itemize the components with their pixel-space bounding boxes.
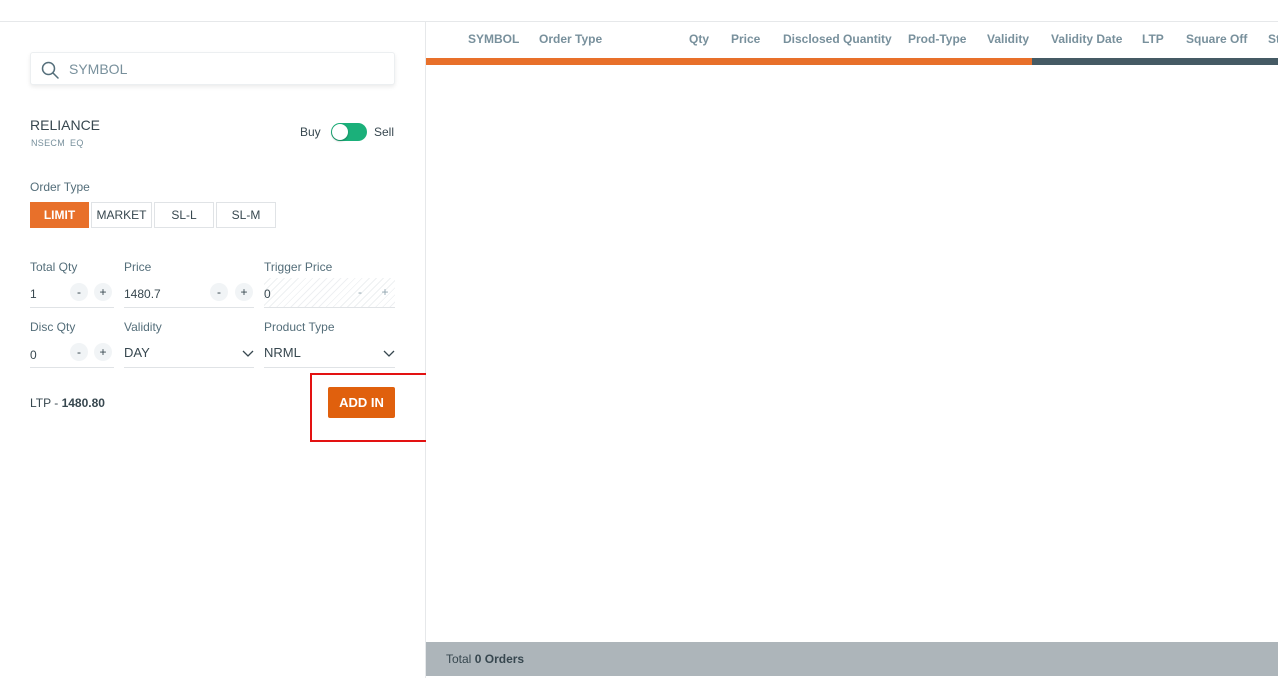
price-field[interactable]: 1480.7 - + (124, 278, 254, 308)
table-header: SYMBOL Order Type Qty Price Disclosed Qu… (426, 22, 1278, 58)
symbol-search[interactable] (30, 52, 395, 85)
instrument-name: RELIANCE (30, 117, 101, 133)
validity-value: DAY (124, 345, 150, 360)
total-qty-label: Total Qty (30, 260, 78, 274)
header-dark-bar (1032, 58, 1278, 65)
disc-qty-decrement-button[interactable]: - (70, 343, 88, 361)
toggle-knob (332, 124, 348, 140)
order-type-sl-l[interactable]: SL-L (154, 202, 214, 228)
price-decrement-button[interactable]: - (210, 283, 228, 301)
ltp-value: 1480.80 (61, 396, 105, 410)
exchange-label: NSECM (31, 138, 66, 148)
column-header-square-off[interactable]: Square Off (1186, 32, 1247, 46)
total-qty-value: 1 (30, 287, 37, 301)
orders-footer: Total 0 Orders (426, 642, 1278, 676)
buy-sell-toggle[interactable] (331, 123, 367, 141)
total-label: Total (446, 652, 472, 666)
trigger-price-increment-button: + (381, 285, 389, 299)
column-header-status[interactable]: St (1268, 32, 1278, 46)
search-icon (41, 61, 59, 79)
header-accent-bar (426, 58, 1032, 65)
column-header-price[interactable]: Price (731, 32, 760, 46)
total-qty-decrement-button[interactable]: - (70, 283, 88, 301)
order-type-sl-m[interactable]: SL-M (216, 202, 276, 228)
trigger-price-value: 0 (264, 287, 271, 301)
column-header-disclosed-quantity[interactable]: Disclosed Quantity (783, 32, 892, 46)
add-in-button[interactable]: ADD IN (328, 387, 395, 418)
ltp-display: LTP - 1480.80 (30, 396, 105, 410)
total-qty-increment-button[interactable]: + (94, 283, 112, 301)
column-header-order-type[interactable]: Order Type (539, 32, 602, 46)
column-header-ltp[interactable]: LTP (1142, 32, 1164, 46)
order-type-label: Order Type (30, 180, 90, 194)
validity-label: Validity (124, 320, 162, 334)
disc-qty-value: 0 (30, 348, 37, 362)
product-type-select[interactable]: NRML (264, 338, 395, 368)
price-label: Price (124, 260, 152, 274)
buy-label: Buy (300, 125, 321, 139)
column-header-symbol[interactable]: SYMBOL (468, 32, 519, 46)
chevron-down-icon (242, 350, 254, 357)
symbol-search-input[interactable] (69, 53, 389, 84)
series-label: EQ (70, 138, 84, 148)
chevron-down-icon (383, 350, 395, 357)
total-qty-field[interactable]: 1 - + (30, 278, 114, 308)
validity-select[interactable]: DAY (124, 338, 254, 368)
price-value: 1480.7 (124, 287, 161, 301)
trigger-price-label: Trigger Price (264, 260, 333, 274)
disc-qty-increment-button[interactable]: + (94, 343, 112, 361)
trigger-price-decrement-button: - (358, 285, 362, 299)
order-type-market[interactable]: MARKET (91, 202, 152, 228)
total-orders-text: Total 0 Orders (446, 652, 524, 666)
orders-table-panel: SYMBOL Order Type Qty Price Disclosed Qu… (426, 22, 1278, 678)
ltp-label: LTP - (30, 396, 62, 410)
disc-qty-field[interactable]: 0 - + (30, 338, 114, 368)
product-type-label: Product Type (264, 320, 335, 334)
total-orders-count: 0 (474, 652, 482, 666)
disc-qty-label: Disc Qty (30, 320, 76, 334)
order-entry-panel: RELIANCE NSECM EQ Buy Sell Order Type LIM… (0, 22, 433, 678)
instrument-exchange: NSECM EQ (31, 138, 84, 148)
column-header-qty[interactable]: Qty (689, 32, 709, 46)
orders-label: Orders (484, 652, 525, 666)
product-type-value: NRML (264, 345, 301, 360)
order-type-limit[interactable]: LIMIT (30, 202, 89, 228)
column-header-prod-type[interactable]: Prod-Type (908, 32, 966, 46)
sell-label: Sell (374, 125, 395, 139)
order-type-selector: LIMIT MARKET SL-L SL-M (30, 202, 278, 228)
price-increment-button[interactable]: + (235, 283, 253, 301)
column-header-validity-date[interactable]: Validity Date (1051, 32, 1122, 46)
column-header-validity[interactable]: Validity (987, 32, 1029, 46)
trigger-price-field: 0 - + (264, 278, 395, 308)
top-bar (0, 0, 1278, 22)
